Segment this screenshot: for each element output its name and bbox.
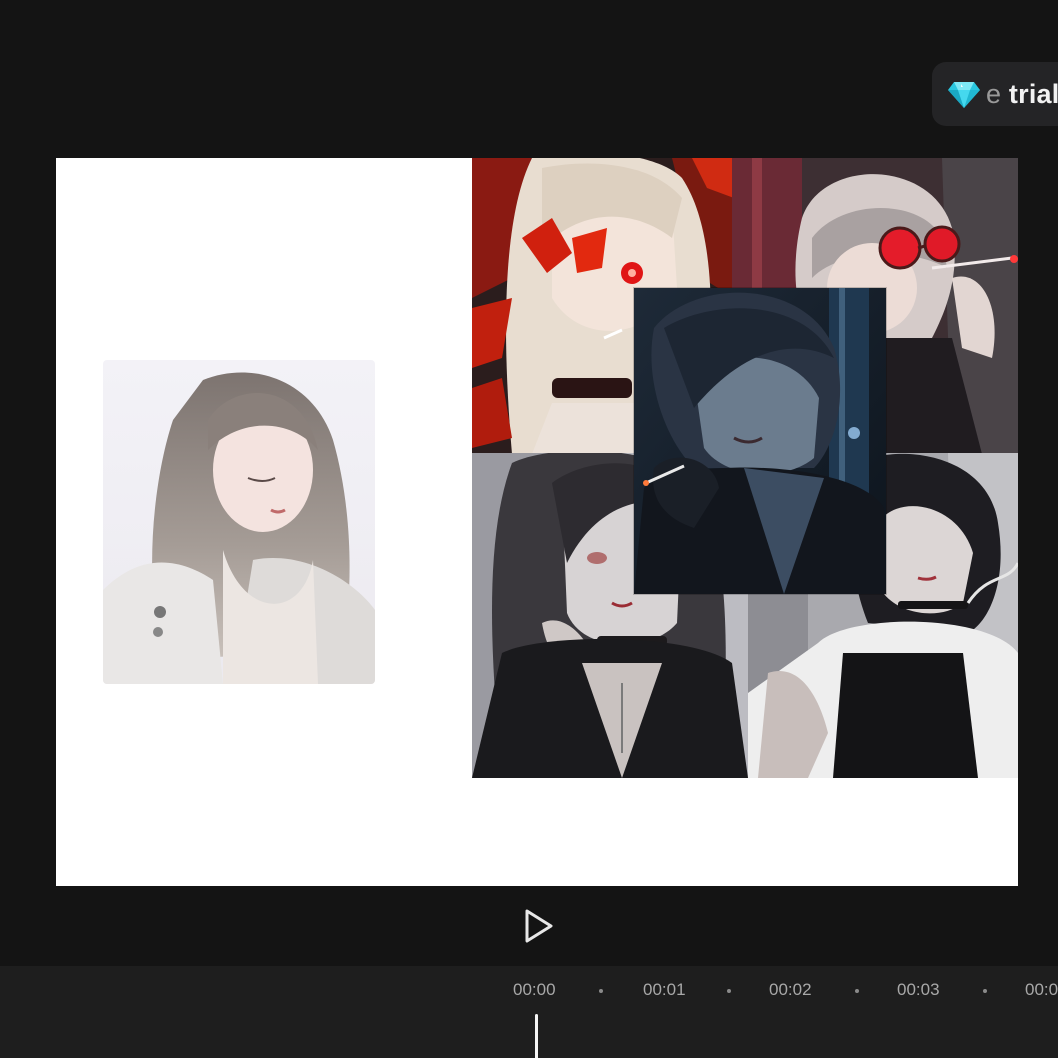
timeline-dot — [983, 989, 987, 993]
playhead[interactable] — [535, 1014, 538, 1058]
editor-app: e trial 00:00 00:01 00:02 00:03 00:0 — [0, 0, 1058, 1058]
play-icon — [525, 909, 553, 943]
timeline-dot — [727, 989, 731, 993]
timeline-dot — [599, 989, 603, 993]
portrait-girl-white-jacket[interactable] — [103, 360, 375, 684]
diamond-icon — [948, 80, 980, 108]
free-trial-button[interactable]: e trial — [932, 62, 1058, 126]
timeline-tick: 00:00 — [513, 980, 556, 999]
trial-label: e trial — [986, 78, 1058, 109]
timeline-dot — [855, 989, 859, 993]
video-canvas[interactable] — [56, 158, 1018, 886]
timeline-tick: 00:02 — [769, 980, 812, 999]
timeline-tick: 00:03 — [897, 980, 940, 999]
timeline-tick: 00:0 — [1025, 980, 1058, 999]
timeline[interactable]: 00:00 00:01 00:02 00:03 00:0 — [0, 966, 1058, 1058]
portrait-blue-smoking[interactable] — [634, 288, 886, 594]
timeline-tick: 00:01 — [643, 980, 686, 999]
play-button[interactable] — [520, 906, 558, 946]
